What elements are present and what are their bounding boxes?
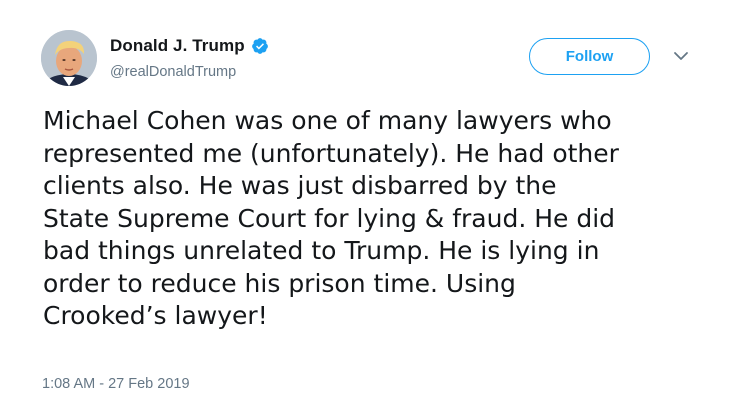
tweet-text: Michael Cohen was one of many lawyers wh…: [43, 105, 713, 333]
tweet-text-line: clients also. He was just disbarred by t…: [43, 171, 557, 200]
display-name[interactable]: Donald J. Trump: [110, 36, 245, 56]
tweet-card: Donald J. Trump @realDonaldTrump Follow …: [0, 0, 735, 409]
follow-button[interactable]: Follow: [529, 38, 650, 75]
verified-badge-icon: [251, 37, 269, 55]
chevron-down-icon[interactable]: [671, 48, 691, 64]
tweet-text-line: Michael Cohen was one of many lawyers wh…: [43, 106, 612, 135]
tweet-text-line: State Supreme Court for lying & fraud. H…: [43, 203, 616, 233]
user-names: Donald J. Trump @realDonaldTrump: [110, 35, 269, 80]
tweet-text-line: Crooked’s lawyer!: [43, 301, 268, 330]
display-name-row: Donald J. Trump: [110, 35, 269, 57]
tweet-text-line: represented me (unfortunately). He had o…: [43, 138, 619, 168]
tweet-text-line: order to reduce his prison time. Using: [43, 268, 516, 298]
tweet-text-line: bad things unrelated to Trump. He is lyi…: [43, 236, 600, 265]
avatar-image: [41, 30, 97, 86]
tweet-timestamp[interactable]: 1:08 AM - 27 Feb 2019: [42, 376, 190, 392]
tweet-header: Donald J. Trump @realDonaldTrump Follow: [41, 30, 701, 90]
avatar[interactable]: [41, 30, 97, 86]
user-handle[interactable]: @realDonaldTrump: [110, 64, 269, 80]
